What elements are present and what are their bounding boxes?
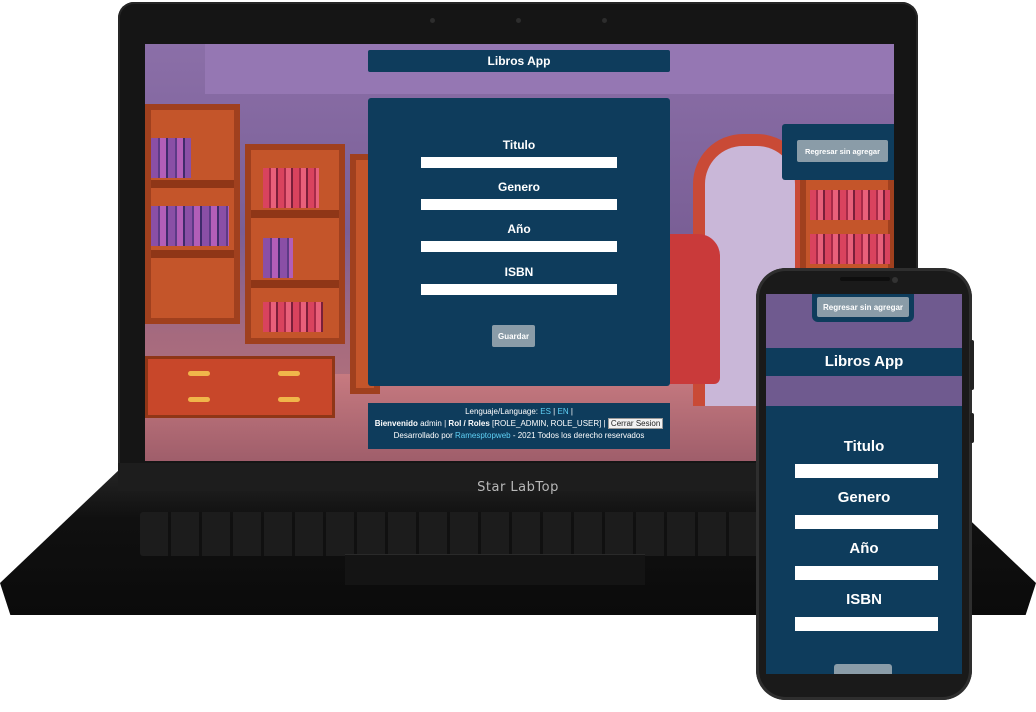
developed-by-label: Desarrollado por (393, 431, 453, 440)
ano-input[interactable] (421, 241, 617, 252)
phone-speaker (840, 277, 890, 281)
genero-input[interactable] (421, 199, 617, 210)
front-camera-icon (892, 277, 898, 283)
drawer-knob (188, 397, 210, 402)
drawer-cabinet (145, 356, 335, 418)
phone-titulo-input[interactable] (795, 464, 938, 478)
username: admin (420, 419, 442, 428)
phone-background-band (766, 376, 962, 406)
isbn-label: ISBN (504, 265, 534, 279)
separator: | (570, 407, 573, 416)
drawer-knob (278, 397, 300, 402)
drawer-knob (188, 371, 210, 376)
phone-save-button[interactable] (834, 664, 892, 674)
language-label: Lenguaje/Language: (465, 407, 539, 416)
phone-screen: Regresar sin agregar Libros App Titulo G… (766, 294, 962, 674)
phone-ano-input[interactable] (795, 566, 938, 580)
welcome-label: Bienvenido (374, 419, 418, 428)
isbn-input[interactable] (421, 284, 617, 295)
side-panel: Regresar sin agregar (782, 124, 894, 180)
phone-frame: Regresar sin agregar Libros App Titulo G… (756, 268, 974, 700)
roles-value: [ROLE_ADMIN, ROLE_USER] (492, 419, 602, 428)
copyright-text: - 2021 Todos los derecho reservados (512, 431, 645, 440)
drawer-knob (278, 371, 300, 376)
ano-label: Año (507, 222, 531, 236)
phone-titulo-label: Titulo (843, 438, 885, 455)
sensor-dot (430, 18, 435, 23)
lang-es-link[interactable]: ES (540, 407, 551, 416)
separator: | (553, 407, 556, 416)
save-button[interactable]: Guardar (492, 325, 535, 347)
book-form: Titulo Genero Año ISBN Guardar (368, 98, 670, 386)
developer-link[interactable]: Ramesptopweb (455, 431, 511, 440)
logout-button[interactable]: Cerrar Sesion (607, 418, 664, 429)
phone-back-button[interactable]: Regresar sin agregar (817, 297, 909, 317)
genero-label: Genero (497, 180, 540, 194)
phone-genero-input[interactable] (795, 515, 938, 529)
app-title: Libros App (368, 50, 670, 72)
back-button[interactable]: Regresar sin agregar (797, 140, 888, 162)
separator: | (603, 419, 606, 428)
phone-back-panel: Regresar sin agregar (812, 294, 914, 322)
keyboard (140, 512, 760, 556)
sensor-dot (602, 18, 607, 23)
app-footer: Lenguaje/Language: ES | EN | Bienvenido … (368, 403, 670, 449)
power-button (970, 413, 974, 443)
bookshelf-middle (245, 144, 345, 344)
phone-ano-label: Año (849, 540, 879, 557)
webcam-icon (516, 18, 521, 23)
separator: | (444, 419, 447, 428)
volume-button (970, 340, 974, 390)
phone-isbn-label: ISBN (846, 591, 882, 608)
phone-isbn-input[interactable] (795, 617, 938, 631)
touchpad (345, 554, 645, 585)
titulo-input[interactable] (421, 157, 617, 168)
phone-genero-label: Genero (837, 489, 891, 506)
phone-app-title: Libros App (766, 348, 962, 376)
bookshelf-left (145, 104, 240, 324)
bookshelf-right (800, 174, 894, 274)
roles-label: Rol / Roles (448, 419, 490, 428)
lang-en-link[interactable]: EN (557, 407, 568, 416)
titulo-label: Titulo (502, 138, 536, 152)
